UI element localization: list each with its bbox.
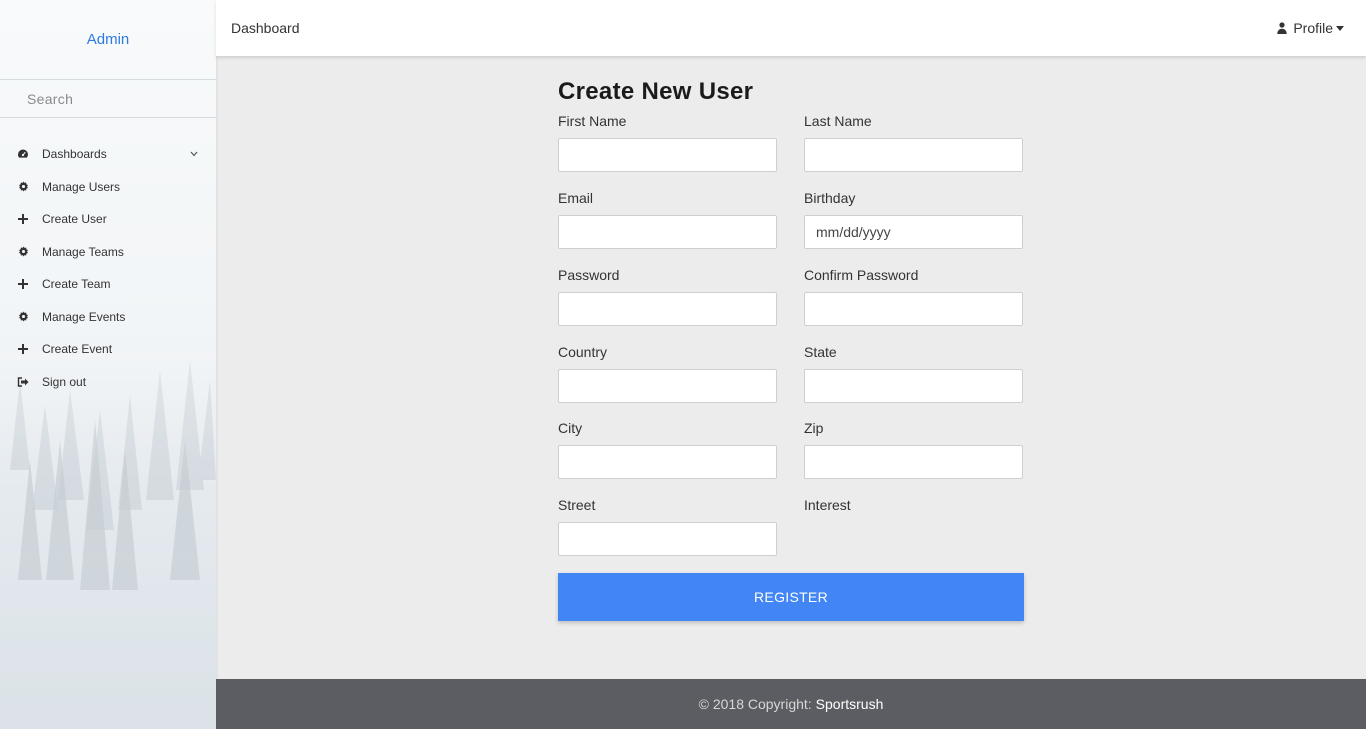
- gear-icon: [17, 181, 29, 193]
- user-icon: [1277, 22, 1288, 34]
- footer: © 2018 Copyright: Sportsrush: [216, 679, 1366, 729]
- confirm-password-group: Confirm Password: [804, 267, 1023, 326]
- sidebar-item-label: Sign out: [42, 374, 87, 389]
- sidebar-item-label: Manage Users: [42, 179, 121, 194]
- footer-brand-link[interactable]: Sportsrush: [816, 696, 884, 712]
- sidebar-item-label: Create User: [42, 212, 107, 227]
- search-input[interactable]: [27, 90, 197, 107]
- state-label: State: [804, 344, 837, 360]
- password-label: Password: [558, 267, 620, 283]
- street-input[interactable]: [558, 522, 777, 556]
- chevron-down-icon[interactable]: [190, 149, 198, 160]
- country-group: Country: [558, 344, 777, 403]
- city-group: City: [558, 420, 777, 479]
- email-label: Email: [558, 190, 594, 206]
- plus-icon: [17, 213, 29, 225]
- sidebar-item-label: Manage Teams: [42, 244, 124, 259]
- sidebar-brand[interactable]: Admin: [0, 0, 216, 80]
- street-label: Street: [558, 497, 596, 513]
- profile-label: Profile: [1293, 20, 1333, 36]
- country-input[interactable]: [558, 369, 777, 403]
- interest-label: Interest: [804, 497, 851, 513]
- birthday-group: Birthday: [804, 190, 1023, 249]
- caret-down-icon: [1336, 23, 1344, 33]
- country-label: Country: [558, 344, 608, 360]
- sidebar-item-label: Manage Events: [42, 309, 126, 324]
- dashboard-icon: [17, 148, 29, 160]
- forest-background-image: [0, 350, 216, 729]
- sidebar-item-manage-users[interactable]: Manage Users: [0, 171, 216, 204]
- email-group: Email: [558, 190, 777, 249]
- state-group: State: [804, 344, 1023, 403]
- plus-icon: [17, 278, 29, 290]
- birthday-label: Birthday: [804, 190, 856, 206]
- sidebar-item-dashboards[interactable]: Dashboards: [0, 138, 216, 171]
- top-navbar: Dashboard Profile: [216, 0, 1366, 56]
- city-input[interactable]: [558, 445, 777, 479]
- brand-label[interactable]: Admin: [87, 31, 130, 48]
- gear-icon: [17, 246, 29, 258]
- birthday-input[interactable]: [804, 215, 1023, 249]
- confirm-password-input[interactable]: [804, 292, 1023, 326]
- first-name-group: First Name: [558, 113, 777, 172]
- gear-icon: [17, 311, 29, 323]
- password-input[interactable]: [558, 292, 777, 326]
- interest-group: Interest: [804, 497, 1023, 517]
- confirm-password-label: Confirm Password: [804, 267, 919, 283]
- sidebar-item-label: Create Event: [42, 342, 113, 357]
- first-name-label: First Name: [558, 113, 627, 129]
- city-label: City: [558, 420, 583, 436]
- state-input[interactable]: [804, 369, 1023, 403]
- sidebar-item-manage-events[interactable]: Manage Events: [0, 301, 216, 334]
- sidebar-item-label: Create Team: [42, 277, 111, 292]
- form-title: Create New User: [558, 78, 754, 105]
- register-button[interactable]: REGISTER: [558, 573, 1024, 621]
- sidebar-item-create-user[interactable]: Create User: [0, 203, 216, 236]
- sidebar-item-create-team[interactable]: Create Team: [0, 268, 216, 301]
- create-user-form: Create New User First Name Last Name Ema…: [558, 78, 1024, 621]
- last-name-input[interactable]: [804, 138, 1023, 172]
- profile-dropdown[interactable]: Profile: [1277, 20, 1344, 36]
- plus-icon: [17, 343, 29, 355]
- sidebar-menu: Dashboards Manage Users Create User Mana…: [0, 138, 216, 398]
- sidebar-item-sign-out[interactable]: Sign out: [0, 366, 216, 399]
- sidebar: Admin Dashboards Manage Users Create Use…: [0, 0, 216, 729]
- zip-label: Zip: [804, 420, 824, 436]
- email-input[interactable]: [558, 215, 777, 249]
- last-name-label: Last Name: [804, 113, 872, 129]
- sign-out-icon: [17, 376, 29, 388]
- sidebar-search: [0, 80, 216, 118]
- zip-input[interactable]: [804, 445, 1023, 479]
- password-group: Password: [558, 267, 777, 326]
- street-group: Street: [558, 497, 777, 556]
- page-title[interactable]: Dashboard: [231, 20, 300, 36]
- sidebar-item-manage-teams[interactable]: Manage Teams: [0, 236, 216, 269]
- sidebar-item-label: Dashboards: [42, 147, 107, 162]
- sidebar-item-create-event[interactable]: Create Event: [0, 333, 216, 366]
- zip-group: Zip: [804, 420, 1023, 479]
- last-name-group: Last Name: [804, 113, 1023, 172]
- first-name-input[interactable]: [558, 138, 777, 172]
- copyright-text: © 2018 Copyright:: [698, 696, 812, 712]
